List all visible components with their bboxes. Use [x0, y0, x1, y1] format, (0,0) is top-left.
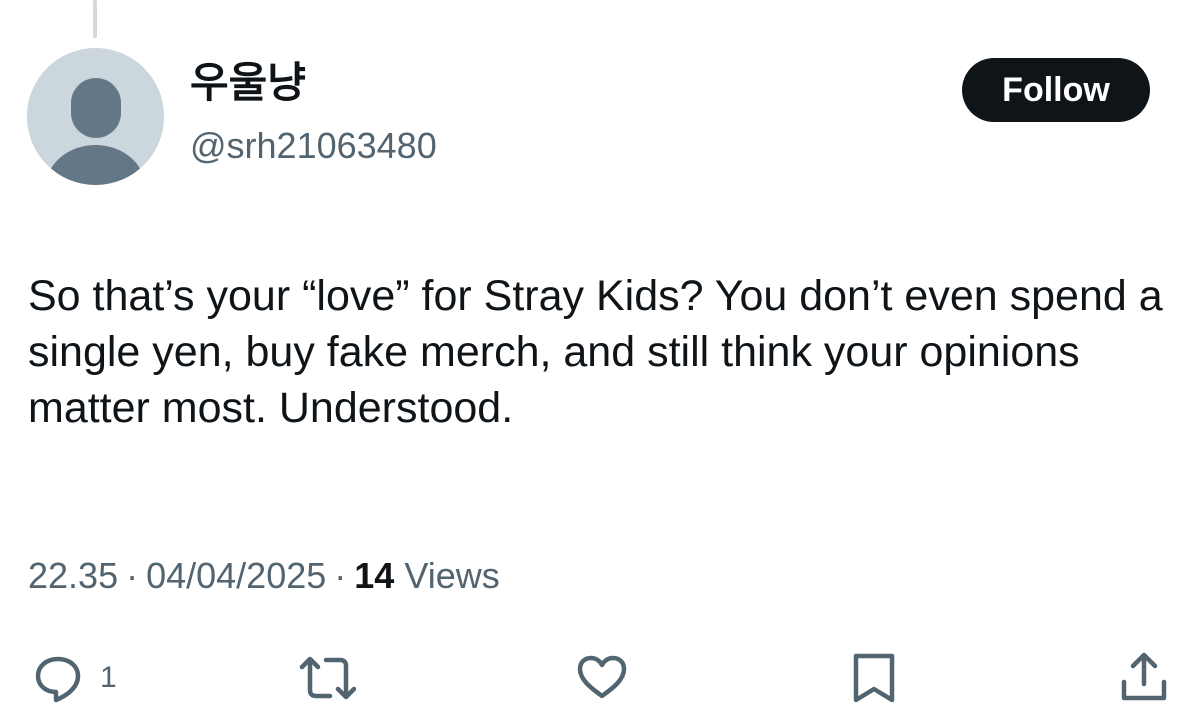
- views-label[interactable]: Views: [404, 555, 499, 596]
- meta-separator: ·: [334, 555, 347, 596]
- tweet-metadata: 22.35 · 04/04/2025 · 14 Views: [28, 554, 500, 598]
- tweet-time[interactable]: 22.35: [28, 555, 118, 596]
- bookmark-icon: [853, 653, 895, 703]
- like-button[interactable]: [574, 650, 630, 706]
- bookmark-button[interactable]: [846, 650, 902, 706]
- meta-separator: ·: [126, 555, 139, 596]
- reply-button[interactable]: 1: [30, 650, 117, 706]
- tweet-date[interactable]: 04/04/2025: [146, 555, 326, 596]
- author-handle[interactable]: @srh21063480: [190, 128, 437, 164]
- author-display-name[interactable]: 우울냥: [190, 62, 306, 104]
- heart-icon: [577, 655, 627, 699]
- repost-icon: [299, 656, 357, 700]
- tweet-action-bar: 1: [0, 650, 1200, 710]
- views-count[interactable]: 14: [354, 555, 394, 596]
- thread-connector-line: [93, 0, 97, 38]
- default-avatar-icon: [27, 48, 164, 185]
- avatar[interactable]: [27, 48, 164, 185]
- share-button[interactable]: [1116, 650, 1172, 706]
- tweet-text: So that’s your “love” for Stray Kids? Yo…: [28, 272, 1163, 432]
- reply-count: 1: [100, 661, 117, 694]
- share-icon: [1121, 652, 1167, 701]
- tweet-detail: 우울냥 @srh21063480 Follow So that’s your “…: [0, 0, 1200, 727]
- reply-icon: [35, 656, 81, 703]
- repost-button[interactable]: [298, 650, 358, 706]
- follow-button[interactable]: Follow: [962, 58, 1150, 122]
